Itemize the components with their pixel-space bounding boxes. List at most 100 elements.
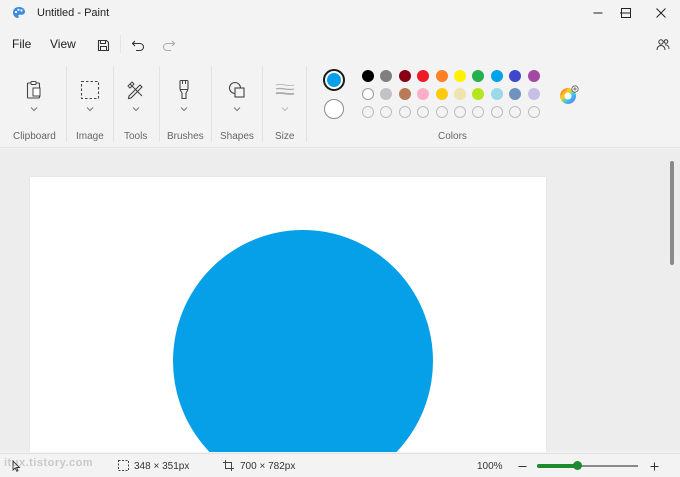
chevron-down-icon[interactable] <box>86 106 94 112</box>
close-button[interactable] <box>643 0 679 26</box>
save-icon <box>97 39 109 51</box>
color-swatch[interactable] <box>490 70 503 82</box>
chevron-down-icon[interactable] <box>233 106 241 112</box>
size-button[interactable] <box>273 78 297 102</box>
zoom-slider-fill <box>537 464 578 468</box>
zoom-out-button[interactable] <box>515 459 529 473</box>
shapes-icon <box>228 81 245 98</box>
empty-color-swatch[interactable] <box>435 106 448 118</box>
clipboard-icon <box>26 81 41 99</box>
shapes-label: Shapes <box>220 131 254 142</box>
vertical-scrollbar[interactable] <box>670 161 674 265</box>
color-swatch[interactable] <box>509 70 522 82</box>
minus-icon <box>518 465 526 467</box>
empty-color-swatch[interactable] <box>527 106 540 118</box>
brush-icon <box>179 79 189 100</box>
edit-colors-button[interactable] <box>558 84 580 106</box>
empty-color-swatch[interactable] <box>509 106 522 118</box>
people-icon <box>656 39 670 51</box>
empty-color-swatch[interactable] <box>490 106 503 118</box>
image-group: Image <box>67 62 113 148</box>
empty-color-swatch[interactable] <box>362 106 374 118</box>
tools-button[interactable] <box>124 78 148 102</box>
tools-group: Tools <box>114 62 159 148</box>
empty-color-swatch[interactable] <box>472 106 485 118</box>
share-button[interactable] <box>652 34 674 56</box>
brushes-group: Brushes <box>160 62 211 148</box>
drawn-circle[interactable] <box>173 230 433 452</box>
image-label: Image <box>76 131 104 142</box>
empty-color-swatch[interactable] <box>417 106 430 118</box>
color-swatch[interactable] <box>454 88 466 100</box>
color-swatch[interactable] <box>380 88 393 100</box>
undo-button[interactable] <box>127 34 149 56</box>
tools-label: Tools <box>124 131 148 142</box>
selection-rectangle-icon <box>80 80 100 100</box>
view-menu[interactable]: View <box>50 37 76 51</box>
close-icon <box>656 8 666 18</box>
color-wheel-icon <box>560 85 579 104</box>
plus-icon <box>650 462 658 470</box>
secondary-color[interactable] <box>324 99 344 119</box>
color-swatch[interactable] <box>435 70 448 82</box>
color-swatch[interactable] <box>509 88 522 100</box>
color-swatch[interactable] <box>398 88 411 100</box>
chevron-down-icon[interactable] <box>132 106 140 112</box>
minimize-icon <box>593 12 603 14</box>
color-swatch[interactable] <box>490 88 503 100</box>
color-swatch[interactable] <box>380 70 393 82</box>
zoom-in-button[interactable] <box>647 459 661 473</box>
color-swatch[interactable] <box>472 70 485 82</box>
pencil-eraser-icon <box>127 81 143 100</box>
zoom-percentage: 100% <box>477 461 503 472</box>
color-swatch[interactable] <box>417 88 430 100</box>
empty-color-swatch[interactable] <box>380 106 393 118</box>
zoom-slider-thumb[interactable] <box>572 461 582 470</box>
empty-color-swatch[interactable] <box>398 106 411 118</box>
menu-separator <box>120 35 121 53</box>
paint-app-icon <box>13 7 25 18</box>
color-swatch[interactable] <box>362 70 374 82</box>
select-button[interactable] <box>78 78 102 102</box>
brushes-label: Brushes <box>167 131 204 142</box>
maximize-button[interactable] <box>608 0 644 26</box>
brushes-button[interactable] <box>172 78 196 102</box>
drawing-canvas[interactable] <box>30 177 546 452</box>
color-swatch[interactable] <box>527 70 540 82</box>
undo-icon <box>131 40 145 51</box>
selection-size-icon <box>118 460 129 471</box>
color-swatch[interactable] <box>527 88 540 100</box>
size-label: Size <box>275 131 295 142</box>
window-title: Untitled - Paint <box>37 7 110 19</box>
color-swatch[interactable] <box>472 88 485 100</box>
line-width-icon <box>275 84 295 95</box>
color-swatch[interactable] <box>417 70 430 82</box>
chevron-down-icon[interactable] <box>180 106 188 112</box>
primary-color[interactable] <box>323 69 345 91</box>
clipboard-label: Clipboard <box>13 131 56 142</box>
colors-label: Colors <box>438 131 467 142</box>
empty-color-swatch[interactable] <box>454 106 466 118</box>
redo-icon <box>162 40 176 51</box>
clipboard-button[interactable] <box>22 78 46 102</box>
shapes-button[interactable] <box>225 78 249 102</box>
chevron-down-icon[interactable] <box>30 106 38 112</box>
shapes-group: Shapes <box>212 62 262 148</box>
color-swatch[interactable] <box>398 70 411 82</box>
primary-color-swatch <box>327 73 341 87</box>
selection-size: 348 × 351px <box>134 461 190 472</box>
ribbon: Clipboard Image Tools Brushes Shapes Siz… <box>0 62 680 148</box>
color-swatch[interactable] <box>362 88 374 100</box>
size-group: Size <box>263 62 306 148</box>
file-menu[interactable]: File <box>12 37 31 51</box>
color-swatch[interactable] <box>435 88 448 100</box>
status-bar: itux.tistory.com 348 × 351px 700 × 782px… <box>0 453 680 477</box>
clipboard-group: Clipboard <box>0 62 66 148</box>
redo-button[interactable] <box>158 34 180 56</box>
pointer-icon <box>12 460 21 472</box>
chevron-down-icon <box>281 107 289 112</box>
color-swatch[interactable] <box>454 70 466 82</box>
canvas-area[interactable] <box>0 149 680 452</box>
save-button[interactable] <box>92 34 114 56</box>
maximize-icon <box>621 8 631 18</box>
